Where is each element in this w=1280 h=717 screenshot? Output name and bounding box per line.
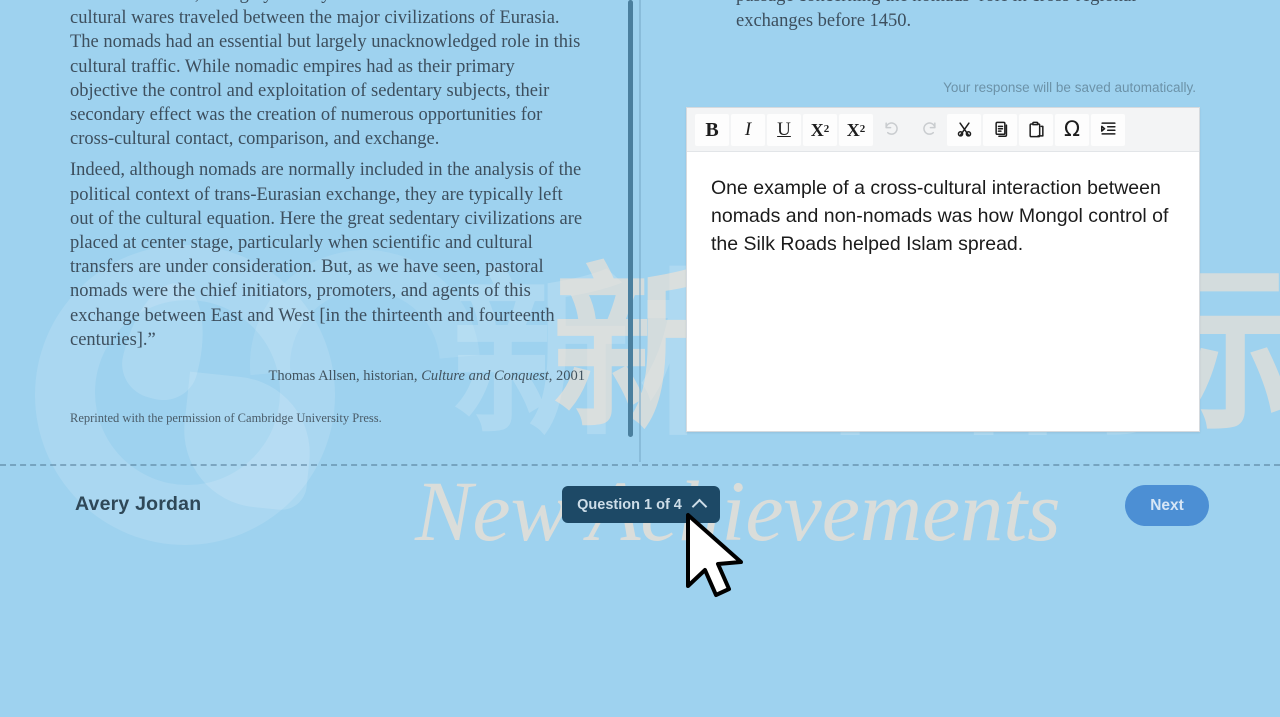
bold-icon[interactable]: B [695,113,729,146]
question-navigator-button[interactable]: Question 1 of 4 [562,486,720,523]
special-character-icon[interactable]: Ω [1055,113,1089,146]
passage-scrollbar[interactable] [628,0,633,437]
question-pane: passage concerning the nomads’ role in c… [648,0,1280,464]
attribution-year: , 2001 [548,368,585,385]
underline-icon[interactable]: U [767,113,801,146]
passage-attribution: Thomas Allsen, historian, Culture and Co… [70,364,585,388]
editor-toolbar: BIUX2X2Ω [687,108,1199,152]
footer-bar: Avery Jordan Question 1 of 4 Next [0,466,1280,548]
redo-icon [911,114,945,146]
cut-icon[interactable] [947,113,981,146]
italic-icon[interactable]: I [731,113,765,146]
student-name: Avery Jordan [75,493,202,515]
assessment-page: and transmission, a lengthy conveyor bel… [0,0,1280,717]
response-editor: BIUX2X2Ω One example of a cross-cultural… [686,107,1200,432]
subscript-icon[interactable]: X2 [839,113,873,146]
copy-icon[interactable] [983,113,1017,146]
undo-icon [875,114,909,146]
passage-pane: and transmission, a lengthy conveyor bel… [0,0,625,464]
reprint-notice: Reprinted with the permission of Cambrid… [70,411,382,426]
next-button[interactable]: Next [1125,485,1209,526]
superscript-icon[interactable]: X2 [803,113,837,146]
chevron-up-icon [691,498,708,515]
pane-divider [639,0,641,462]
response-textarea[interactable]: One example of a cross-cultural interact… [687,152,1199,431]
passage-body: and transmission, a lengthy conveyor bel… [70,0,585,430]
passage-paragraph: and transmission, a lengthy conveyor bel… [70,0,581,150]
attribution-author: Thomas Allsen, historian, [268,368,422,385]
indent-icon[interactable] [1091,113,1125,146]
question-navigator-label: Question 1 of 4 [577,496,682,513]
attribution-work: Culture and Conquest [421,368,549,385]
paste-icon[interactable] [1019,113,1053,146]
autosave-notice: Your response will be saved automaticall… [943,80,1196,95]
question-prompt: passage concerning the nomads’ role in c… [736,0,1136,31]
passage-paragraph: Indeed, although nomads are normally inc… [70,160,583,350]
